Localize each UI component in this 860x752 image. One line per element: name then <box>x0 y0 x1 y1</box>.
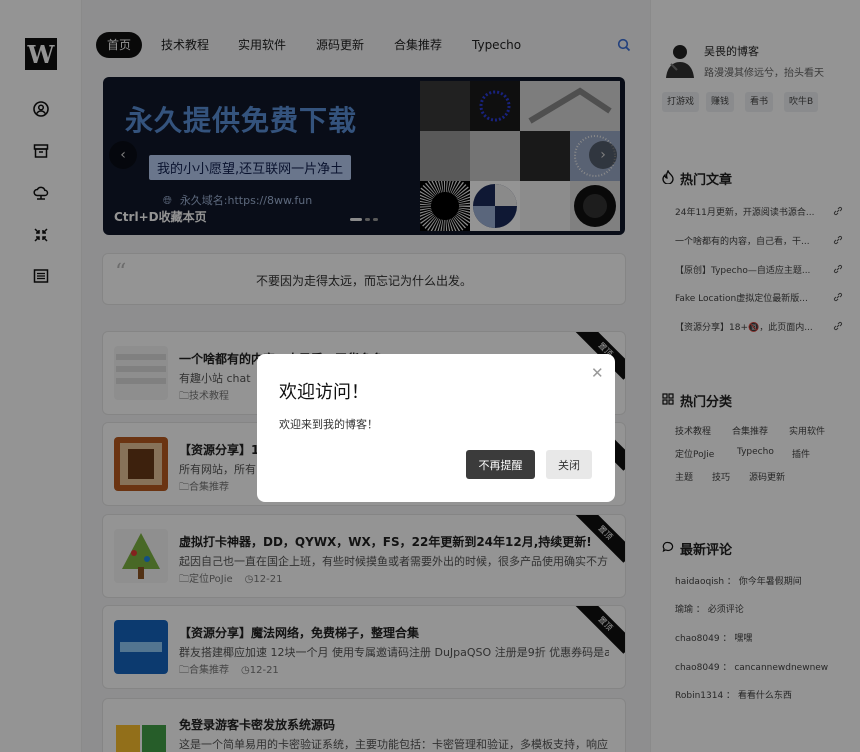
dialog-title: 欢迎访问！ <box>279 382 369 403</box>
dont-remind-button[interactable]: 不再提醒 <box>466 450 535 479</box>
close-icon[interactable]: ✕ <box>591 364 604 382</box>
close-button[interactable]: 关闭 <box>546 450 592 479</box>
welcome-dialog: 欢迎访问！ ✕ 欢迎来到我的博客！ 不再提醒 关闭 <box>257 354 615 502</box>
dialog-message: 欢迎来到我的博客！ <box>279 418 378 431</box>
